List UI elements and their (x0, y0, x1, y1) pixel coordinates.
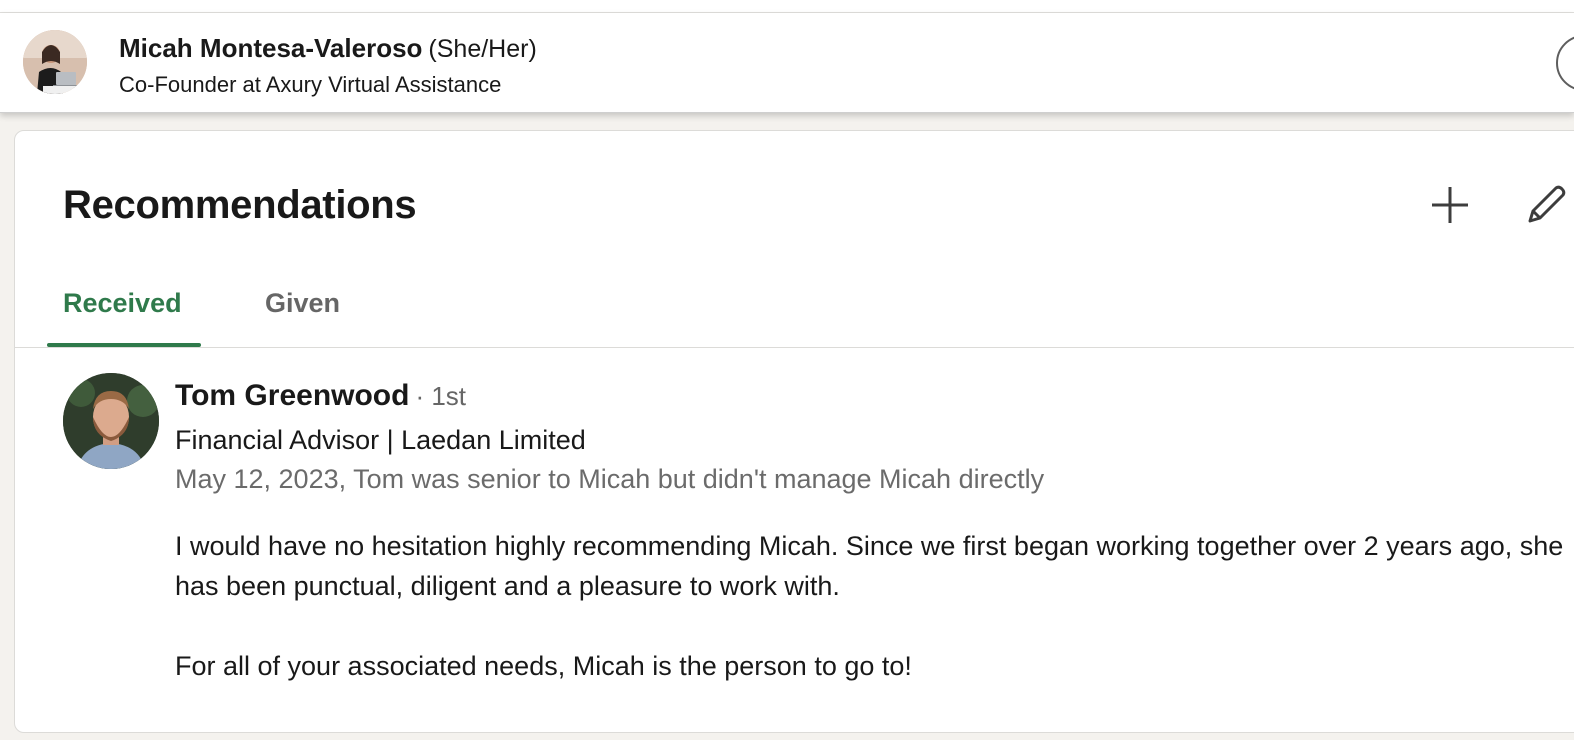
profile-name[interactable]: Micah Montesa-Valeroso (119, 33, 422, 63)
header-name-row: Micah Montesa-Valeroso (She/Her) (119, 33, 537, 64)
connection-degree: · 1st (415, 381, 467, 411)
header-action-button[interactable] (1556, 35, 1574, 91)
profile-headline: Co-Founder at Axury Virtual Assistance (119, 72, 502, 97)
profile-pronouns: (She/Her) (428, 35, 537, 63)
add-recommendation-button[interactable] (1426, 181, 1474, 229)
profile-sticky-header: Micah Montesa-Valeroso (She/Her) Co-Found… (0, 13, 1574, 113)
recommendation-meta: May 12, 2023, Tom was senior to Micah bu… (175, 464, 1045, 494)
plus-icon (1432, 187, 1468, 223)
tabs-divider (15, 347, 1574, 348)
section-title: Recommendations (63, 183, 417, 227)
recommender-avatar[interactable] (63, 373, 159, 469)
edit-recommendations-button[interactable] (1522, 181, 1570, 229)
recommendations-card: Recommendations Received Given Tom Green… (14, 130, 1574, 733)
top-strip (0, 0, 1574, 13)
tab-given[interactable]: Given (249, 259, 356, 347)
recommendation-paragraph: For all of your associated needs, Micah … (175, 651, 912, 681)
recommender-name[interactable]: Tom Greenwood (175, 379, 409, 412)
recommendation-paragraph: I would have no hesitation highly recomm… (175, 531, 1564, 601)
recommender-name-row: Tom Greenwood · 1st (175, 379, 466, 413)
recommender-title: Financial Advisor | Laedan Limited (175, 425, 586, 455)
avatar[interactable] (23, 30, 87, 94)
profile-photo-icon (23, 30, 87, 94)
recommendation-tabs: Received Given (47, 259, 1574, 349)
recommender-photo-icon (63, 373, 159, 469)
tab-received[interactable]: Received (47, 259, 198, 347)
pencil-icon (1528, 185, 1566, 223)
recommendation-text: I would have no hesitation highly recomm… (175, 526, 1574, 686)
